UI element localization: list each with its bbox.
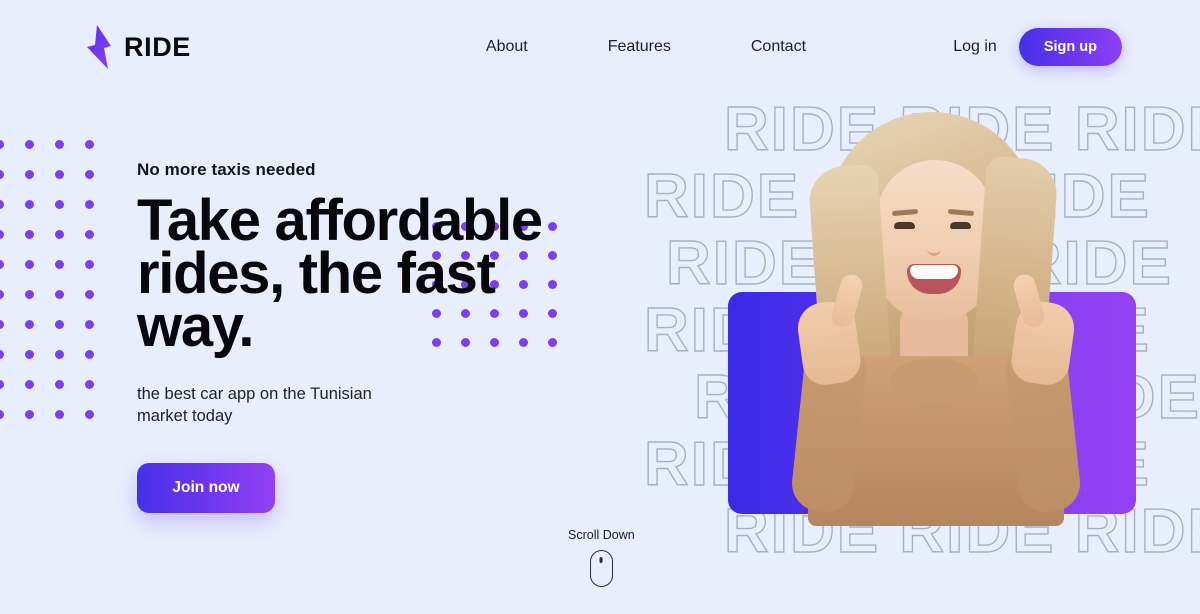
decorative-dot [85, 170, 94, 179]
background-ride-row: RIDE RIDE RIDE [723, 96, 1200, 164]
decorative-dot [25, 290, 34, 299]
decorative-dot [55, 140, 64, 149]
mouth [907, 264, 961, 294]
decorative-dot [25, 260, 34, 269]
left-dot-grid [0, 140, 115, 430]
hero-subcopy: the best car app on the Tunisian market … [137, 385, 372, 425]
decorative-dot [0, 320, 4, 329]
nav-item-features[interactable]: Features [608, 38, 671, 56]
decorative-dot [25, 230, 34, 239]
login-link[interactable]: Log in [953, 38, 997, 56]
background-ride-row: RIDE RIDE RIDE [665, 229, 1173, 298]
decorative-dot [25, 140, 34, 149]
decorative-dot [0, 140, 4, 149]
decorative-dot [0, 230, 4, 239]
decorative-dot [85, 260, 94, 269]
decorative-dot [25, 380, 34, 389]
decorative-dot [25, 200, 34, 209]
decorative-dot [0, 260, 4, 269]
decorative-dot [0, 200, 4, 209]
main-nav: About Features Contact [486, 38, 806, 56]
eye-right [950, 222, 971, 229]
decorative-dot [0, 350, 4, 359]
brand-name: RIDE [124, 31, 191, 62]
decorative-dot [0, 410, 4, 419]
eyebrow-left [891, 208, 919, 217]
decorative-dot [55, 200, 64, 209]
nav-item-about[interactable]: About [486, 38, 528, 56]
eyebrow-right [947, 208, 975, 217]
hero-eyebrow: No more taxis needed [137, 160, 316, 179]
decorative-dot [85, 350, 94, 359]
hero-headline: Take affordable rides, the fast way. [137, 192, 607, 356]
decorative-dot [55, 170, 64, 179]
brand-logo[interactable]: RIDE [84, 24, 191, 70]
hero-gradient-card [728, 292, 1136, 514]
landing-page: RIDE RIDE RIDE RIDE RIDE RIDE RIDE RIDE … [0, 0, 1200, 614]
decorative-dot [25, 170, 34, 179]
decorative-dot [0, 170, 4, 179]
headline-line-3: way. [137, 294, 255, 359]
decorative-dot [85, 230, 94, 239]
decorative-dot [55, 260, 64, 269]
hero-content: No more taxis needed Take affordable rid… [137, 160, 607, 513]
scroll-down-indicator[interactable]: Scroll Down [568, 528, 635, 587]
decorative-dot [25, 350, 34, 359]
decorative-dot [55, 380, 64, 389]
lightning-bolt-icon [87, 25, 111, 69]
nav-item-contact[interactable]: Contact [751, 38, 806, 56]
scroll-down-label: Scroll Down [568, 528, 635, 542]
decorative-dot [55, 290, 64, 299]
decorative-dot [85, 290, 94, 299]
signup-button[interactable]: Sign up [1018, 28, 1122, 66]
decorative-dot [0, 380, 4, 389]
decorative-dot [85, 320, 94, 329]
decorative-dot [55, 350, 64, 359]
nose [927, 236, 941, 256]
decorative-dot [85, 410, 94, 419]
decorative-dot [25, 320, 34, 329]
decorative-dot [55, 320, 64, 329]
auth-actions: Log in Sign up [953, 28, 1122, 66]
mouse-icon [589, 550, 613, 587]
decorative-dot [0, 290, 4, 299]
background-ride-row: RIDE RIDE RIDE [643, 162, 1151, 231]
decorative-dot [55, 410, 64, 419]
eye-left [894, 222, 915, 229]
decorative-dot [25, 410, 34, 419]
decorative-dot [85, 140, 94, 149]
decorative-dot [85, 200, 94, 209]
join-now-button[interactable]: Join now [137, 463, 275, 513]
decorative-dot [55, 230, 64, 239]
teeth [910, 265, 958, 279]
site-header: RIDE About Features Contact Log in Sign … [0, 0, 1200, 94]
decorative-dot [85, 380, 94, 389]
